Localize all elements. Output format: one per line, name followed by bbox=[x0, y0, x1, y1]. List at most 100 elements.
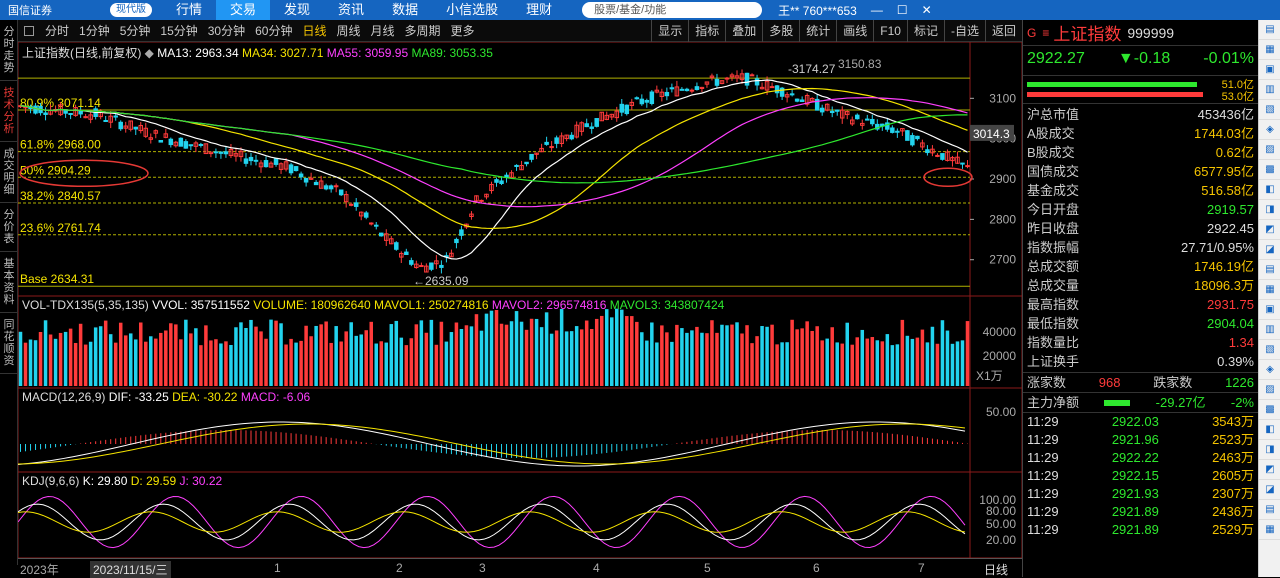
price-row: 2922.27 ▼-0.18 -0.01% bbox=[1023, 46, 1258, 76]
stat-value: 2922.45 bbox=[1207, 221, 1254, 236]
tool-icon-7[interactable]: ▨ bbox=[1259, 140, 1280, 160]
user-account[interactable]: 王** 760***653 bbox=[778, 2, 857, 19]
menu-quotes[interactable]: 行情 bbox=[162, 0, 216, 20]
candle-body bbox=[649, 91, 655, 104]
nav-trades[interactable]: 成交明细 bbox=[0, 142, 18, 203]
tool-icon-19[interactable]: ▨ bbox=[1259, 380, 1280, 400]
tool-icon-8[interactable]: ▩ bbox=[1259, 160, 1280, 180]
tool-watchlist[interactable]: -自选 bbox=[943, 20, 985, 42]
menu-icon[interactable]: ≡ bbox=[1042, 26, 1049, 40]
volume-bar bbox=[670, 341, 674, 386]
candle-body bbox=[679, 88, 685, 91]
candle-body bbox=[494, 179, 499, 183]
volume-bar bbox=[910, 338, 915, 386]
tool-display[interactable]: 显示 bbox=[651, 20, 688, 42]
tool-icon-1[interactable]: ▤ bbox=[1259, 20, 1280, 40]
tool-icon-15[interactable]: ▣ bbox=[1259, 300, 1280, 320]
volume-bar bbox=[434, 344, 439, 386]
tool-icon-6[interactable]: ◈ bbox=[1259, 120, 1280, 140]
volume-bar bbox=[675, 324, 679, 386]
volume-bar bbox=[219, 343, 223, 386]
tool-icon-5[interactable]: ▧ bbox=[1259, 100, 1280, 120]
nav-basic-info[interactable]: 基本资料 bbox=[0, 252, 18, 313]
menu-discover[interactable]: 发现 bbox=[270, 0, 324, 20]
tool-icon-24[interactable]: ◪ bbox=[1259, 480, 1280, 500]
tool-icon-16[interactable]: ▥ bbox=[1259, 320, 1280, 340]
candle-body bbox=[865, 118, 870, 121]
period-weekly[interactable]: 周线 bbox=[331, 22, 365, 39]
tool-icon-4[interactable]: ▥ bbox=[1259, 80, 1280, 100]
volume-bar bbox=[469, 326, 474, 386]
volume-bar bbox=[549, 333, 554, 386]
nav-price-table[interactable]: 分价表 bbox=[0, 203, 18, 252]
menu-data[interactable]: 数据 bbox=[378, 0, 432, 20]
tool-icon-25[interactable]: ▤ bbox=[1259, 500, 1280, 520]
period-monthly[interactable]: 月线 bbox=[366, 22, 400, 39]
tool-icon-20[interactable]: ▩ bbox=[1259, 400, 1280, 420]
volume-bar bbox=[845, 322, 849, 386]
chart-area[interactable]: 80.9% 3071.14 61.8% 2968.00 50% 2904.29 38.… bbox=[18, 42, 1022, 558]
period-30m[interactable]: 30分钟 bbox=[203, 22, 250, 39]
volume-bar bbox=[349, 322, 353, 386]
nav-ths[interactable]: 同花顺资 bbox=[0, 313, 18, 374]
volume-bar bbox=[68, 328, 73, 386]
tool-icon-13[interactable]: ▤ bbox=[1259, 260, 1280, 280]
period-5m[interactable]: 5分钟 bbox=[115, 22, 156, 39]
period-15m[interactable]: 15分钟 bbox=[155, 22, 202, 39]
period-1m[interactable]: 1分钟 bbox=[74, 22, 115, 39]
y-tick-label: 2900 bbox=[989, 172, 1016, 186]
volume-bar bbox=[680, 328, 684, 386]
nav-technical[interactable]: 技术分析 bbox=[0, 81, 18, 142]
period-more[interactable]: 更多 bbox=[446, 22, 480, 39]
tool-mark[interactable]: 标记 bbox=[906, 20, 944, 42]
up-count: 968 bbox=[1098, 375, 1121, 390]
tool-icon-18[interactable]: ◈ bbox=[1259, 360, 1280, 380]
period-timeshare[interactable]: 分时 bbox=[40, 22, 74, 39]
period-60m[interactable]: 60分钟 bbox=[250, 22, 297, 39]
volume-bar bbox=[83, 344, 88, 386]
menu-stock-picker[interactable]: 小信选股 bbox=[432, 0, 512, 20]
version-toggle[interactable]: 现代版 bbox=[110, 3, 152, 17]
maximize-icon[interactable]: ☐ bbox=[897, 3, 908, 17]
close-icon[interactable]: ✕ bbox=[922, 3, 932, 17]
tool-indicator[interactable]: 指标 bbox=[688, 20, 725, 42]
tool-icon-12[interactable]: ◪ bbox=[1259, 240, 1280, 260]
vvol-label: VVOL: 357511552 bbox=[152, 298, 250, 312]
volume-bar bbox=[43, 320, 48, 386]
minimize-icon[interactable]: — bbox=[871, 3, 883, 17]
candle-body bbox=[714, 78, 720, 86]
volume-bar bbox=[695, 326, 699, 386]
tool-f10[interactable]: F10 bbox=[873, 20, 907, 42]
menu-news[interactable]: 资讯 bbox=[324, 0, 378, 20]
tool-multi[interactable]: 多股 bbox=[762, 20, 799, 42]
tool-icon-10[interactable]: ◨ bbox=[1259, 200, 1280, 220]
tick-list[interactable]: 11:29 2922.03 3543万 11:29 2921.96 2523万 11:29 2… bbox=[1023, 413, 1258, 539]
period-multi[interactable]: 多周期 bbox=[400, 22, 446, 39]
tool-icon-9[interactable]: ◧ bbox=[1259, 180, 1280, 200]
tool-icon-3[interactable]: ▣ bbox=[1259, 60, 1280, 80]
tool-icon-22[interactable]: ◨ bbox=[1259, 440, 1280, 460]
nav-timeshare[interactable]: 分时走势 bbox=[0, 20, 18, 81]
menu-trade[interactable]: 交易 bbox=[216, 0, 271, 20]
flow-pct: -2% bbox=[1230, 395, 1254, 410]
tool-overlay[interactable]: 叠加 bbox=[725, 20, 762, 42]
tool-back[interactable]: 返回 bbox=[984, 20, 1022, 42]
period-daily[interactable]: 日线 bbox=[297, 22, 331, 39]
tool-stats[interactable]: 统计 bbox=[799, 20, 836, 42]
tool-icon-26[interactable]: ▦ bbox=[1259, 520, 1280, 540]
menu-finance[interactable]: 理财 bbox=[512, 0, 566, 20]
tick-volume: 2307万 bbox=[1212, 486, 1254, 501]
search-input[interactable]: 股票/基金/功能 bbox=[582, 2, 763, 18]
tool-icon-17[interactable]: ▧ bbox=[1259, 340, 1280, 360]
main-settings-icon[interactable]: ◆ bbox=[145, 46, 154, 60]
tool-icon-14[interactable]: ▦ bbox=[1259, 280, 1280, 300]
layout-icon[interactable] bbox=[24, 25, 34, 36]
tool-draw[interactable]: 画线 bbox=[836, 20, 873, 42]
tool-icon-11[interactable]: ◩ bbox=[1259, 220, 1280, 240]
volume-bar bbox=[955, 341, 960, 386]
tool-icon-21[interactable]: ◧ bbox=[1259, 420, 1280, 440]
tool-icon-2[interactable]: ▦ bbox=[1259, 40, 1280, 60]
tool-icon-23[interactable]: ◩ bbox=[1259, 460, 1280, 480]
volume-bar bbox=[730, 324, 734, 386]
tick-row: 11:29 2921.89 2436万 bbox=[1023, 503, 1258, 521]
